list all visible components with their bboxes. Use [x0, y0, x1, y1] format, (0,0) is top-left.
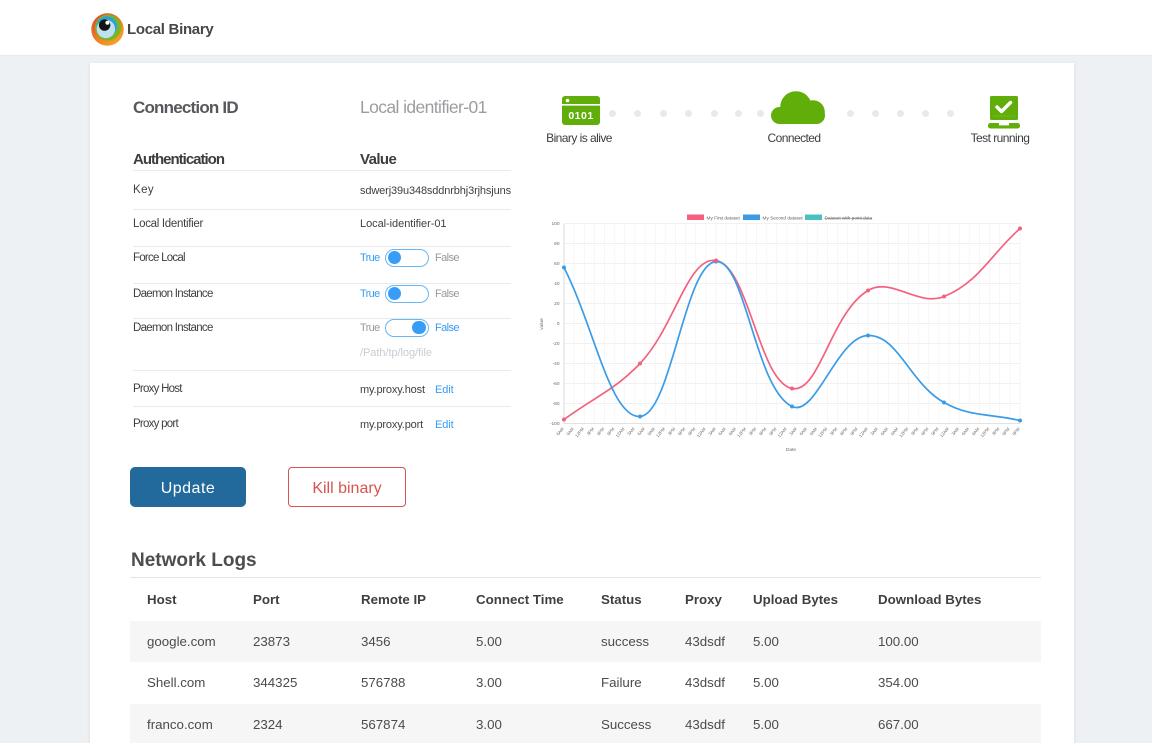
svg-text:6AM: 6AM	[717, 426, 727, 436]
svg-text:6PM: 6PM	[1001, 426, 1011, 436]
svg-text:9PM: 9PM	[1011, 426, 1021, 436]
svg-text:3AM: 3AM	[950, 426, 960, 436]
svg-text:-100: -100	[550, 421, 560, 427]
svg-text:6AM: 6AM	[555, 426, 565, 436]
svg-text:100: 100	[551, 221, 559, 227]
svg-text:3PM: 3PM	[667, 426, 677, 436]
svg-text:12AM: 12AM	[777, 426, 788, 438]
svg-text:My Second dataset: My Second dataset	[763, 215, 804, 221]
svg-text:6AM: 6AM	[636, 426, 646, 436]
svg-text:3PM: 3PM	[910, 426, 920, 436]
svg-text:20: 20	[554, 301, 560, 307]
svg-text:60: 60	[554, 261, 560, 267]
svg-text:6PM: 6PM	[596, 426, 606, 436]
svg-text:0: 0	[557, 321, 560, 327]
svg-text:3AM: 3AM	[707, 426, 717, 436]
svg-text:12PM: 12PM	[817, 426, 828, 438]
svg-text:Dataset with point data: Dataset with point data	[825, 215, 873, 221]
svg-text:6PM: 6PM	[839, 426, 849, 436]
svg-text:6PM: 6PM	[920, 426, 930, 436]
svg-text:3AM: 3AM	[869, 426, 879, 436]
svg-text:12PM: 12PM	[979, 426, 990, 438]
svg-text:6AM: 6AM	[798, 426, 808, 436]
svg-text:12PM: 12PM	[898, 426, 909, 438]
svg-text:6PM: 6PM	[677, 426, 687, 436]
svg-text:6PM: 6PM	[758, 426, 768, 436]
svg-text:12PM: 12PM	[574, 426, 585, 438]
svg-text:3PM: 3PM	[991, 426, 1001, 436]
svg-text:-40: -40	[553, 361, 560, 367]
svg-text:0101: 0101	[568, 110, 593, 122]
svg-text:My First dataset: My First dataset	[707, 215, 741, 221]
svg-text:6AM: 6AM	[880, 426, 890, 436]
svg-text:value: value	[539, 318, 545, 330]
svg-text:6AM: 6AM	[961, 426, 971, 436]
svg-text:12PM: 12PM	[655, 426, 666, 438]
svg-text:12AM: 12AM	[939, 426, 950, 438]
svg-text:80: 80	[554, 241, 560, 247]
svg-text:-80: -80	[553, 401, 560, 407]
svg-text:3AM: 3AM	[788, 426, 798, 436]
svg-text:-60: -60	[553, 381, 560, 387]
svg-text:12AM: 12AM	[696, 426, 707, 438]
svg-text:3PM: 3PM	[748, 426, 758, 436]
svg-text:Date: Date	[786, 447, 796, 453]
svg-text:3PM: 3PM	[829, 426, 839, 436]
svg-text:3PM: 3PM	[586, 426, 596, 436]
svg-text:12PM: 12PM	[736, 426, 747, 438]
svg-text:12AM: 12AM	[615, 426, 626, 438]
svg-text:-20: -20	[553, 341, 560, 347]
svg-text:40: 40	[554, 281, 560, 287]
svg-text:12AM: 12AM	[858, 426, 869, 438]
svg-text:3AM: 3AM	[626, 426, 636, 436]
